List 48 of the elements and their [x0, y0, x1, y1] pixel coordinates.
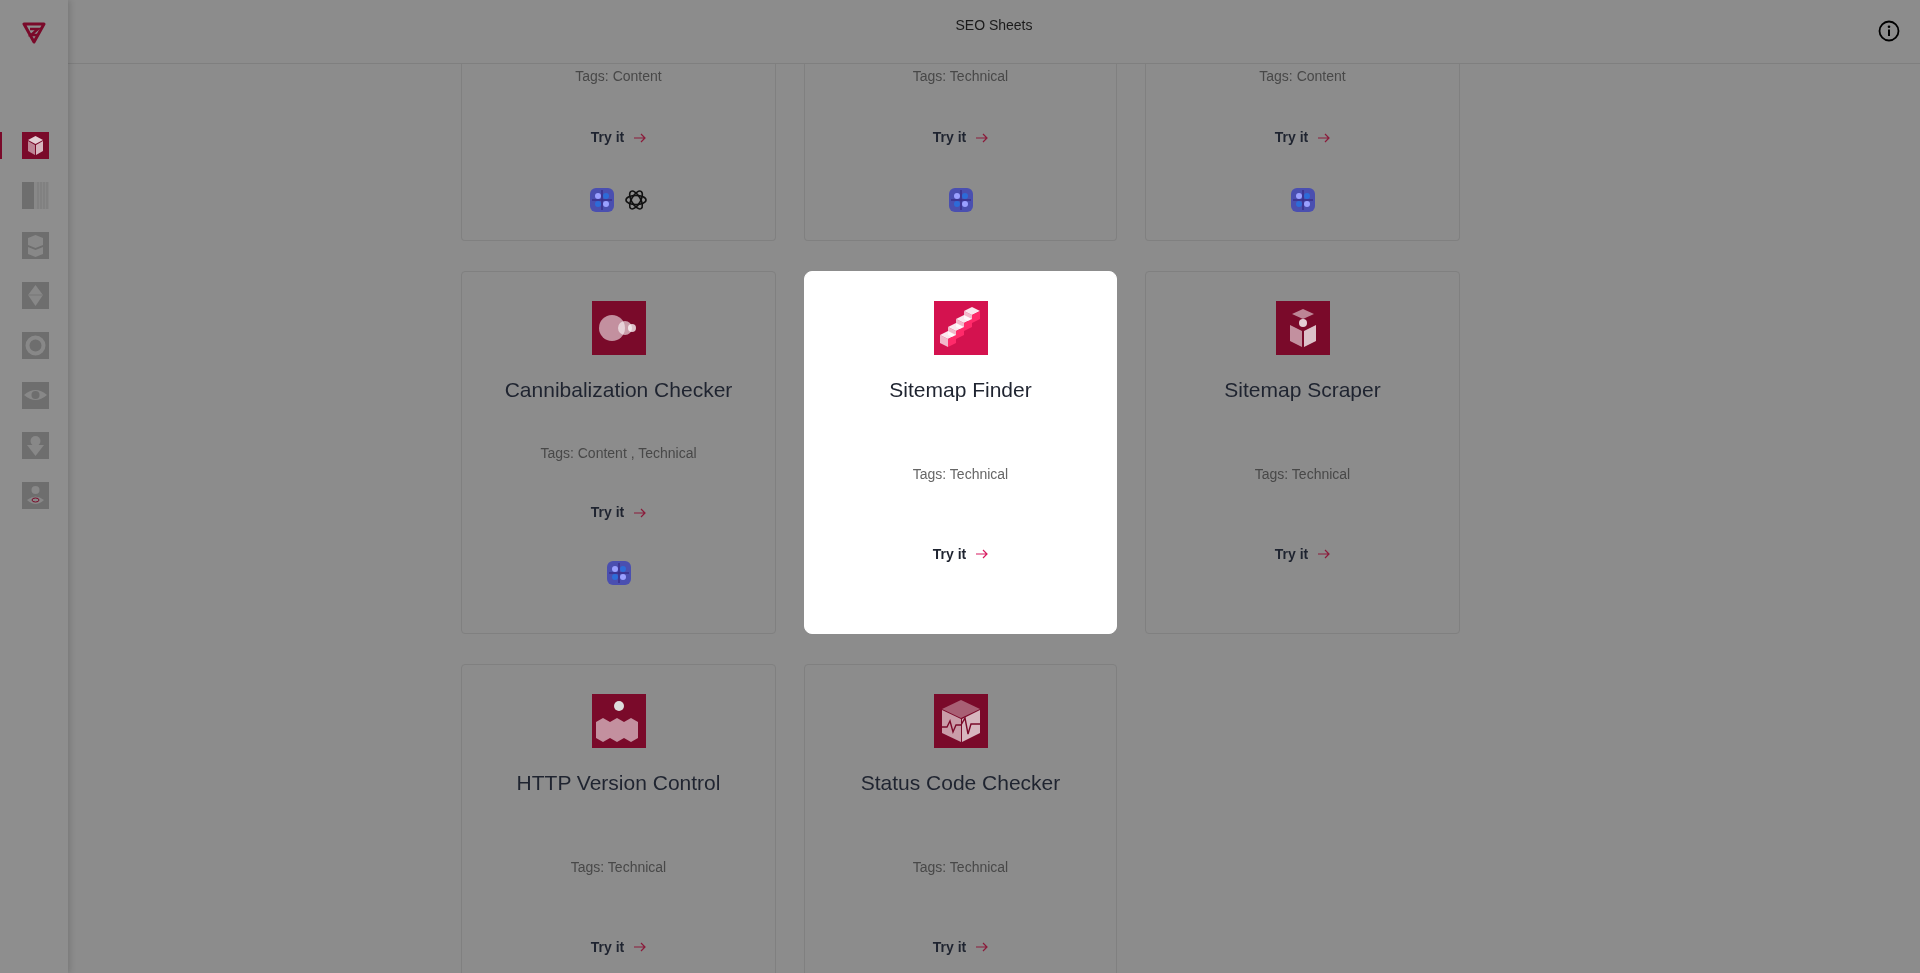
try-it-link[interactable]: Try it — [590, 127, 647, 148]
tags-text: Tags: Technical — [912, 465, 1009, 484]
tags-text: Tags: Technical — [570, 858, 667, 877]
tool-logo-icon — [591, 301, 646, 355]
try-it-link[interactable]: Try it — [932, 936, 989, 958]
arrow-right-icon — [976, 942, 989, 952]
try-it-link[interactable]: Try it — [932, 543, 989, 565]
tags-text: Tags: Content , Technical — [540, 444, 697, 464]
tool-title: Sitemap Scraper — [1224, 377, 1381, 403]
arrow-right-icon — [634, 132, 647, 143]
arrow-right-icon — [634, 942, 647, 952]
arrow-right-icon — [976, 132, 989, 143]
app-logo-icon — [1290, 188, 1315, 212]
arrow-right-icon — [976, 549, 989, 559]
arrow-right-icon — [1318, 549, 1331, 559]
tool-title: Status Code Checker — [860, 770, 1061, 796]
tags-text: Tags: Technical — [912, 858, 1009, 877]
ring-icon — [21, 332, 49, 359]
arrow-right-icon — [634, 507, 647, 518]
tags-text: Tags: Content — [1259, 67, 1346, 86]
try-it-link[interactable]: Try it — [932, 127, 989, 148]
cube-icon — [21, 132, 49, 159]
logo-icon[interactable] — [22, 22, 46, 44]
app-logo-icon — [606, 561, 631, 586]
try-it-link[interactable]: Try it — [590, 502, 647, 524]
tags-text: Tags: Content — [575, 67, 662, 86]
tags-text: Tags: Technical — [912, 67, 1009, 86]
tool-logo-icon — [933, 694, 988, 748]
try-it-link[interactable]: Try it — [1274, 543, 1331, 565]
app-logo-icon — [948, 188, 973, 212]
stack-icon — [21, 232, 49, 259]
info-icon[interactable] — [1878, 20, 1900, 42]
tool-logo-icon — [933, 301, 988, 355]
arrow-right-icon — [1318, 132, 1331, 143]
bars-icon — [21, 182, 49, 209]
tool-logo-icon — [591, 694, 646, 748]
tool-title: Cannibalization Checker — [504, 377, 733, 403]
tool-logo-icon — [1275, 301, 1330, 355]
try-it-link[interactable]: Try it — [590, 936, 647, 958]
app-logo-icon — [589, 188, 614, 212]
person-icon — [21, 482, 49, 509]
eye-icon — [21, 382, 49, 409]
knot-icon — [623, 188, 648, 212]
tags-text: Tags: Technical — [1254, 465, 1351, 484]
try-it-link[interactable]: Try it — [1274, 127, 1331, 148]
tool-title: Sitemap Finder — [889, 377, 1032, 403]
page-title: SEO Sheets — [955, 16, 1033, 35]
tool-title: HTTP Version Control — [516, 770, 721, 796]
